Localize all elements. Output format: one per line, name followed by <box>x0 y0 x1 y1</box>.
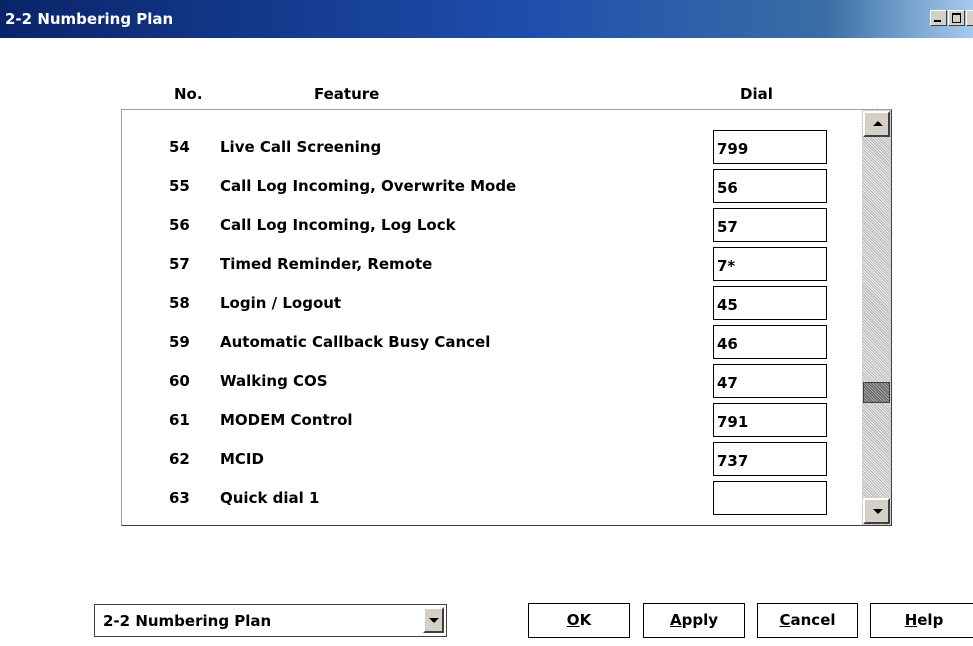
cancel-label: ancel <box>790 611 836 629</box>
arrow-down-icon <box>873 509 883 514</box>
apply-button[interactable]: Apply <box>643 603 745 638</box>
ok-mnemonic: O <box>566 611 580 629</box>
chevron-down-icon <box>429 618 439 623</box>
table-row: 54 Live Call Screening <box>122 128 862 167</box>
row-feature: Login / Logout <box>220 294 342 312</box>
row-number: 54 <box>169 138 190 156</box>
scroll-down-button[interactable] <box>863 498 890 524</box>
minimize-icon <box>934 20 941 22</box>
page-select-value: 2-2 Numbering Plan <box>103 612 272 630</box>
row-feature: Automatic Callback Busy Cancel <box>220 333 491 351</box>
help-mnemonic: H <box>904 611 918 629</box>
apply-label: pply <box>681 611 718 629</box>
maximize-icon <box>952 13 961 23</box>
row-feature: Quick dial 1 <box>220 489 320 507</box>
page-select-dropdown[interactable]: 2-2 Numbering Plan <box>94 604 447 637</box>
table-row: 58 Login / Logout <box>122 284 862 323</box>
window-title: 2-2 Numbering Plan <box>5 10 174 28</box>
dial-input[interactable] <box>713 286 827 320</box>
table-row: 57 Timed Reminder, Remote <box>122 245 862 284</box>
row-number: 63 <box>169 489 190 507</box>
row-number: 56 <box>169 216 190 234</box>
scroll-up-button[interactable] <box>863 111 890 137</box>
cancel-mnemonic: C <box>779 611 791 629</box>
ok-label: K <box>579 611 592 629</box>
minimize-button[interactable] <box>930 10 947 26</box>
table-row: 60 Walking COS <box>122 362 862 401</box>
row-number: 57 <box>169 255 190 273</box>
column-header-no: No. <box>174 85 203 103</box>
row-feature: Call Log Incoming, Log Lock <box>220 216 456 234</box>
dial-input[interactable] <box>713 364 827 398</box>
dial-input[interactable] <box>713 325 827 359</box>
row-number: 58 <box>169 294 190 312</box>
row-number: 62 <box>169 450 190 468</box>
column-header-dial: Dial <box>740 85 773 103</box>
table-row: 62 MCID <box>122 440 862 479</box>
help-button[interactable]: Help <box>870 603 973 638</box>
table-row: 63 Quick dial 1 <box>122 479 862 518</box>
table-row: 61 MODEM Control <box>122 401 862 440</box>
dropdown-button[interactable] <box>423 607 444 633</box>
dial-input[interactable] <box>713 208 827 242</box>
ok-button[interactable]: OK <box>528 603 630 638</box>
row-feature: MODEM Control <box>220 411 353 429</box>
dial-input[interactable] <box>713 130 827 164</box>
dial-input[interactable] <box>713 247 827 281</box>
maximize-button[interactable] <box>948 10 965 26</box>
dial-input[interactable] <box>713 169 827 203</box>
row-number: 61 <box>169 411 190 429</box>
row-feature: Walking COS <box>220 372 328 390</box>
row-number: 59 <box>169 333 190 351</box>
feature-list-panel: 54 Live Call Screening 55 Call Log Incoming… <box>121 109 892 526</box>
table-row: 56 Call Log Incoming, Log Lock <box>122 206 862 245</box>
row-number: 55 <box>169 177 190 195</box>
row-feature: Call Log Incoming, Overwrite Mode <box>220 177 517 195</box>
arrow-up-icon <box>873 121 883 126</box>
help-label: elp <box>917 611 944 629</box>
cancel-button[interactable]: Cancel <box>757 603 858 638</box>
dial-input[interactable] <box>713 403 827 437</box>
row-feature: Timed Reminder, Remote <box>220 255 433 273</box>
scroll-thumb[interactable] <box>863 382 890 403</box>
column-header-feature: Feature <box>314 85 380 103</box>
row-feature: MCID <box>220 450 264 468</box>
table-row: 55 Call Log Incoming, Overwrite Mode <box>122 167 862 206</box>
vertical-scrollbar[interactable] <box>862 110 891 525</box>
row-feature: Live Call Screening <box>220 138 382 156</box>
dial-input[interactable] <box>713 442 827 476</box>
dial-input[interactable] <box>713 481 827 515</box>
row-number: 60 <box>169 372 190 390</box>
apply-mnemonic: A <box>669 611 682 629</box>
table-row: 59 Automatic Callback Busy Cancel <box>122 323 862 362</box>
title-bar: 2-2 Numbering Plan <box>0 0 973 38</box>
close-button[interactable] <box>966 10 973 26</box>
